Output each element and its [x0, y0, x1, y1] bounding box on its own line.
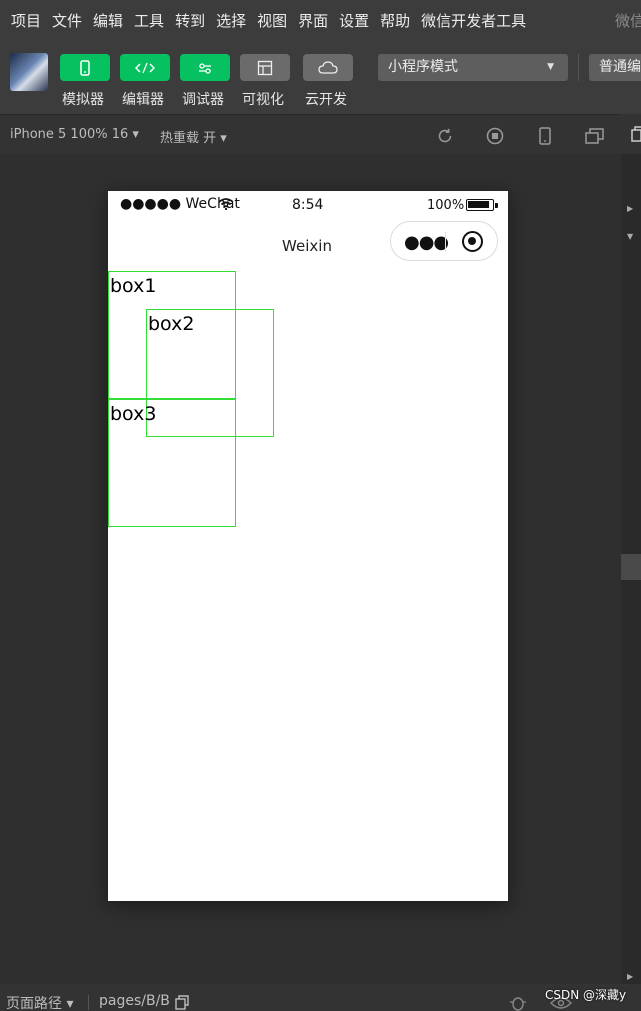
menu-item-view[interactable]: 视图	[257, 10, 287, 31]
menu-item-interface[interactable]: 界面	[298, 10, 328, 31]
box1-label: box1	[110, 275, 157, 297]
rotate-icon[interactable]	[436, 127, 454, 145]
menu-item-settings[interactable]: 设置	[339, 10, 369, 31]
battery-percent: 100%	[427, 198, 465, 213]
window-icon[interactable]	[585, 127, 605, 145]
visual-button[interactable]	[240, 54, 290, 81]
toolbar-divider	[578, 54, 579, 81]
box3-label: box3	[110, 403, 157, 425]
window-brand-title: 微信	[615, 12, 641, 30]
close-target-icon[interactable]	[462, 231, 483, 252]
battery-icon	[466, 199, 494, 211]
menu-item-devtools[interactable]: 微信开发者工具	[421, 10, 526, 31]
device-icon[interactable]	[537, 127, 553, 145]
code-icon	[135, 62, 155, 73]
menu-item-goto[interactable]: 转到	[175, 10, 205, 31]
capsule-divider	[445, 232, 446, 252]
menu-item-select[interactable]: 选择	[216, 10, 246, 31]
cloud-dev-button[interactable]	[303, 54, 353, 81]
layout-icon	[257, 60, 273, 75]
box3: box3	[108, 399, 236, 527]
cloud-icon	[318, 60, 338, 74]
status-time: 8:54	[292, 197, 324, 213]
box2-label: box2	[148, 313, 195, 335]
compile-mode-value: 普通编	[599, 59, 641, 75]
hot-reload-toggle[interactable]: 热重载 开 ▾	[160, 127, 227, 146]
bottom-divider	[88, 995, 89, 1010]
battery-tip	[495, 203, 498, 208]
toolbar: 模拟器 编辑器 调试器 可视化 云开发 小程序模式 ▼ 普通编	[0, 40, 641, 114]
more-dots-icon[interactable]: ●●●	[404, 232, 449, 253]
chevron-down-icon: ▼	[547, 62, 554, 72]
phone-icon	[80, 59, 90, 76]
compile-mode-select[interactable]: 普通编	[589, 54, 641, 81]
mode-select-value: 小程序模式	[388, 59, 458, 75]
menu-item-edit[interactable]: 编辑	[93, 10, 123, 31]
stop-icon[interactable]	[486, 127, 504, 145]
scroll-right-arrow-icon[interactable]: ▶	[627, 204, 633, 213]
scroll-down-arrow-icon[interactable]: ▼	[627, 232, 633, 241]
debug-sliders-icon	[199, 62, 211, 74]
cloud-dev-label: 云开发	[305, 92, 347, 108]
menu-bar: 项目 文件 编辑 工具 转到 选择 视图 界面 设置 帮助 微信开发者工具 微信	[0, 0, 641, 40]
copy-icon	[631, 126, 641, 142]
simulator-bar: iPhone 5 100% 16 ▾ 热重载 开 ▾	[0, 114, 621, 154]
phone-simulator: ●●●●● WeChat 8:54 100% Weixin ●●● box1 b…	[108, 191, 508, 901]
devtools-window: 项目 文件 编辑 工具 转到 选择 视图 界面 设置 帮助 微信开发者工具 微信…	[0, 0, 641, 1011]
menu-item-tools[interactable]: 工具	[134, 10, 164, 31]
mode-select[interactable]: 小程序模式 ▼	[378, 54, 568, 81]
scroll-right-arrow-icon[interactable]: ▶	[627, 972, 633, 981]
debugger-label: 调试器	[182, 92, 224, 108]
page-path-select[interactable]: 页面路径 ▾	[6, 993, 73, 1011]
scrollbar-thumb[interactable]	[621, 554, 641, 580]
menu-item-file[interactable]: 文件	[52, 10, 82, 31]
bug-icon[interactable]	[508, 994, 528, 1011]
copy-icon[interactable]	[175, 995, 189, 1010]
editor-label: 编辑器	[122, 92, 164, 108]
right-panel-strip: ▶ ▼ ▶	[621, 114, 641, 984]
bottom-status-bar: 页面路径 ▾ pages/B/B CSDN @深藏y	[0, 984, 641, 1011]
debugger-button[interactable]	[180, 54, 230, 81]
device-select[interactable]: iPhone 5 100% 16 ▾	[10, 127, 139, 142]
menu-item-project[interactable]: 项目	[11, 10, 41, 31]
visual-label: 可视化	[242, 92, 284, 108]
avatar[interactable]	[10, 53, 48, 91]
simulator-label: 模拟器	[62, 92, 104, 108]
panel-tab[interactable]	[621, 114, 641, 154]
watermark: CSDN @深藏y	[545, 988, 627, 1002]
wifi-icon	[218, 198, 234, 210]
menu-item-help[interactable]: 帮助	[380, 10, 410, 31]
editor-button[interactable]	[120, 54, 170, 81]
simulator-button[interactable]	[60, 54, 110, 81]
menu-capsule: ●●●	[390, 221, 498, 261]
current-page-path: pages/B/B	[99, 993, 170, 1009]
status-bar: ●●●●● WeChat 8:54 100%	[108, 191, 508, 219]
